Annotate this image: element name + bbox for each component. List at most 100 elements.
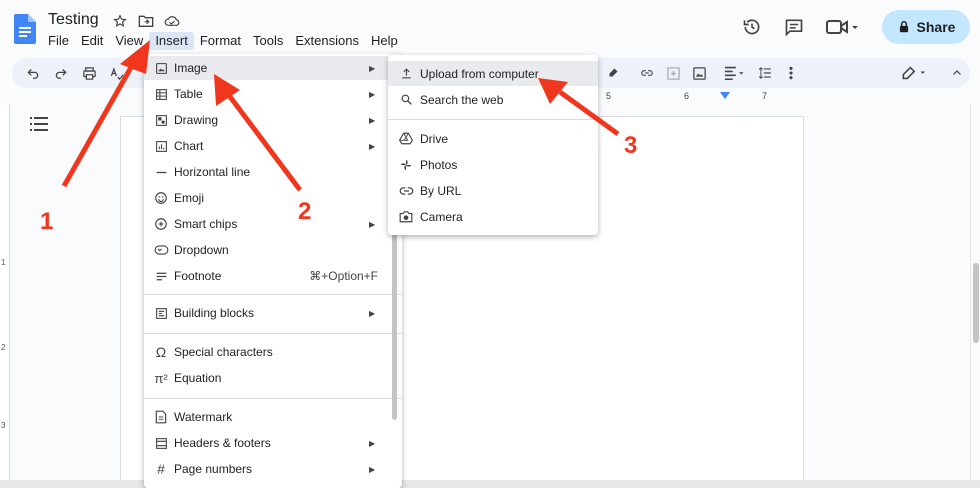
submenu-item-label: Photos [420, 157, 458, 172]
vertical-ruler: 1 2 3 [0, 103, 10, 483]
menu-item-special-characters[interactable]: Ω Special characters [144, 340, 402, 364]
submenu-item-label: Upload from computer [420, 66, 539, 81]
menu-item-label: Building blocks [174, 306, 255, 320]
step-number-2: 2 [298, 198, 312, 225]
menu-item-label: Table [174, 87, 203, 101]
menu-extensions[interactable]: Extensions [289, 32, 365, 50]
lock-icon [899, 21, 908, 33]
menu-item-table[interactable]: Table ▶ [144, 82, 402, 106]
header-actions: Share [740, 10, 970, 44]
submenu-arrow-icon: ▶ [369, 89, 376, 99]
menu-item-label: Smart chips [174, 217, 238, 231]
share-button[interactable]: Share [882, 10, 970, 44]
insert-link-icon[interactable] [638, 64, 656, 82]
menu-item-equation[interactable]: π² Equation [144, 366, 402, 390]
document-title[interactable]: Testing [48, 11, 99, 29]
ruler-number: 3 [1, 421, 6, 430]
menu-item-horizontal-line[interactable]: Horizontal line [144, 160, 402, 184]
submenu-item-label: Camera [420, 209, 463, 224]
image-icon [153, 60, 169, 76]
insert-image-icon[interactable] [690, 64, 708, 82]
submenu-item-by-url[interactable]: By URL [388, 178, 598, 203]
align-icon[interactable] [722, 64, 748, 82]
cloud-saved-icon[interactable] [164, 13, 180, 29]
version-history-icon[interactable] [740, 15, 764, 39]
title-bar: Testing File Edit View Insert Format Too… [0, 0, 980, 56]
docs-logo-icon[interactable] [14, 14, 36, 44]
insert-menu: Image ▶ Table ▶ Drawing ▶ Chart ▶ Horizo… [144, 54, 402, 488]
more-options-icon[interactable] [782, 64, 800, 82]
menu-item-footnote[interactable]: Footnote ⌘+Option+F [144, 264, 402, 288]
star-icon[interactable] [112, 13, 128, 29]
submenu-divider [388, 119, 598, 120]
menu-item-page-numbers[interactable]: # Page numbers ▶ [144, 457, 402, 481]
submenu-item-search-the-web[interactable]: Search the web [388, 87, 598, 112]
ruler-number: 5 [606, 91, 612, 101]
print-icon[interactable] [80, 64, 98, 82]
document-outline-icon[interactable] [30, 116, 50, 132]
submenu-item-label: Drive [420, 131, 449, 146]
search-icon [398, 92, 414, 108]
ruler-number: 1 [1, 258, 6, 267]
scrollbar-thumb[interactable] [973, 263, 979, 343]
submenu-arrow-icon: ▶ [369, 141, 376, 151]
menu-item-label: Footnote [174, 269, 222, 283]
smart-chips-icon [153, 216, 169, 232]
undo-icon[interactable] [24, 64, 42, 82]
collapse-menus-icon[interactable] [948, 64, 966, 82]
menu-item-label: Equation [174, 371, 222, 385]
vertical-scrollbar[interactable] [970, 103, 980, 480]
submenu-arrow-icon: ▶ [369, 63, 376, 73]
comments-icon[interactable] [782, 15, 806, 39]
add-comment-icon[interactable] [664, 64, 682, 82]
menu-item-watermark[interactable]: Watermark [144, 405, 402, 429]
move-folder-icon[interactable] [138, 13, 154, 29]
highlight-pen-icon[interactable] [604, 64, 622, 82]
ruler-number: 7 [762, 91, 768, 101]
hash-icon: # [157, 461, 165, 477]
camera-icon [398, 209, 414, 225]
submenu-item-label: By URL [420, 183, 462, 198]
editing-mode-icon[interactable] [900, 64, 930, 82]
chart-icon [153, 138, 169, 154]
meet-video-icon[interactable] [824, 15, 860, 39]
submenu-arrow-icon: ▶ [369, 464, 376, 474]
menu-item-image[interactable]: Image ▶ [144, 56, 402, 80]
menu-item-emoji[interactable]: Emoji [144, 186, 402, 210]
menu-item-dropdown[interactable]: Dropdown [144, 238, 402, 262]
title-actions [112, 13, 180, 29]
share-label: Share [916, 19, 956, 35]
menu-insert[interactable]: Insert [149, 32, 194, 50]
line-spacing-icon[interactable] [756, 64, 774, 82]
menu-tools[interactable]: Tools [247, 32, 289, 50]
submenu-item-upload-from-computer[interactable]: Upload from computer [388, 61, 598, 86]
redo-icon[interactable] [52, 64, 70, 82]
menu-item-label: Special characters [174, 345, 273, 359]
menu-format[interactable]: Format [194, 32, 247, 50]
step-number-1: 1 [40, 208, 54, 235]
menu-edit[interactable]: Edit [75, 32, 109, 50]
menu-item-building-blocks[interactable]: Building blocks ▶ [144, 301, 402, 325]
menu-item-label: Page numbers [174, 462, 253, 476]
menu-item-chart[interactable]: Chart ▶ [144, 134, 402, 158]
submenu-item-camera[interactable]: Camera [388, 204, 598, 229]
menu-item-drawing[interactable]: Drawing ▶ [144, 108, 402, 132]
menu-bar: File Edit View Insert Format Tools Exten… [42, 32, 404, 50]
menu-divider [144, 294, 402, 295]
menu-item-smart-chips[interactable]: Smart chips ▶ [144, 212, 402, 236]
submenu-arrow-icon: ▶ [369, 219, 376, 229]
table-icon [153, 86, 169, 102]
spellcheck-icon[interactable] [108, 64, 126, 82]
menu-item-headers-footers[interactable]: Headers & footers ▶ [144, 431, 402, 455]
menu-file[interactable]: File [42, 32, 75, 50]
menu-help[interactable]: Help [365, 32, 404, 50]
link-icon [398, 183, 414, 199]
submenu-item-photos[interactable]: Photos [388, 152, 598, 177]
menu-item-label: Chart [174, 139, 204, 153]
emoji-icon [153, 190, 169, 206]
right-indent-marker[interactable] [720, 92, 730, 99]
submenu-item-drive[interactable]: Drive [388, 126, 598, 151]
menu-view[interactable]: View [109, 32, 149, 50]
omega-icon: Ω [155, 344, 167, 360]
ruler-number: 2 [1, 343, 6, 352]
